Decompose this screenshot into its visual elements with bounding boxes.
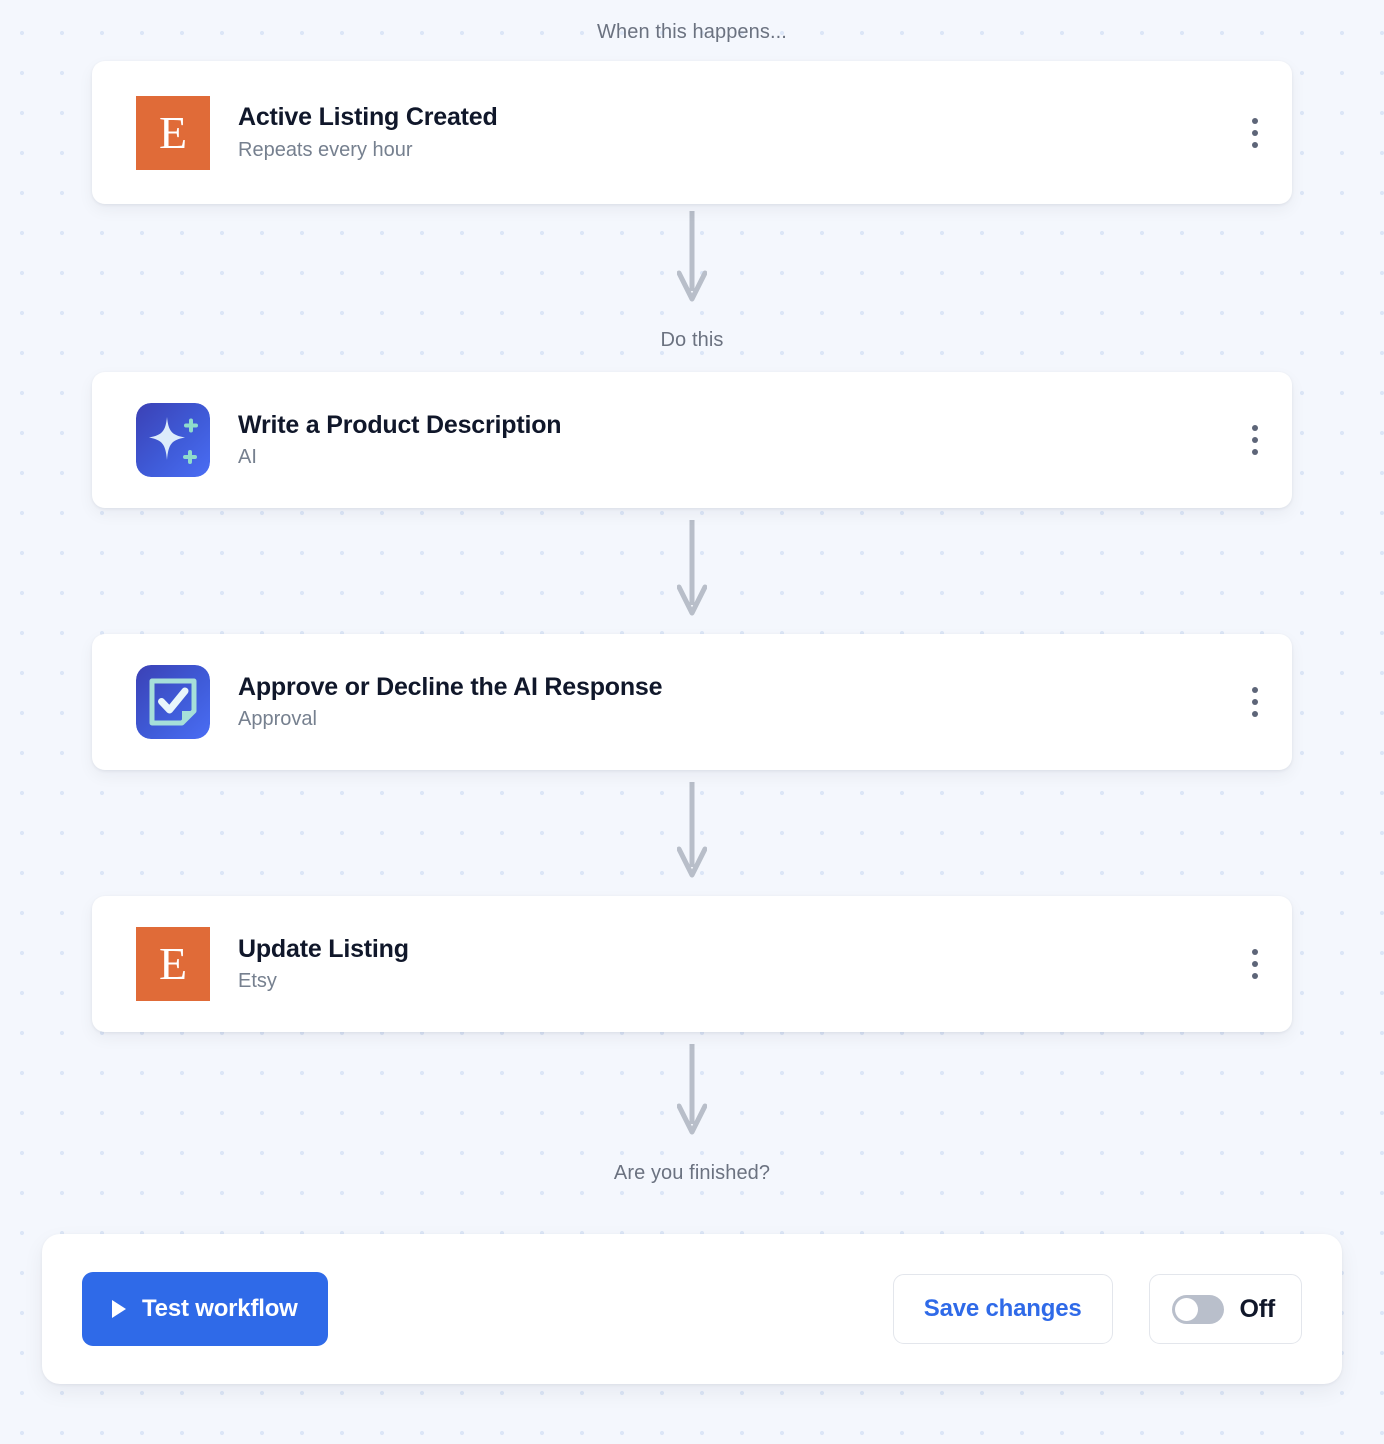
toggle-state-label: Off xyxy=(1239,1294,1276,1323)
kebab-dot xyxy=(1252,949,1258,955)
etsy-logo-icon: E xyxy=(136,927,210,1001)
step-card-write-a-product-description[interactable]: Write a Product Description AI xyxy=(92,372,1292,508)
action-caption: Do this xyxy=(660,329,724,351)
workflow-action-bar: Test workflow Save changes Off xyxy=(42,1234,1342,1384)
card-menu-button[interactable] xyxy=(1248,421,1262,459)
workflow-step-row: Approve or Decline the AI Response Appro… xyxy=(92,634,1292,770)
card-menu-button[interactable] xyxy=(1248,114,1262,152)
toggle-switch-icon[interactable] xyxy=(1171,1294,1224,1324)
etsy-logo-letter: E xyxy=(158,106,188,158)
card-subtitle: AI xyxy=(238,446,257,469)
card-text: Approve or Decline the AI Response Appro… xyxy=(238,672,663,731)
kebab-dot xyxy=(1252,973,1258,979)
kebab-dot xyxy=(1252,687,1258,693)
card-subtitle: Etsy xyxy=(238,970,277,993)
kebab-dot xyxy=(1252,961,1258,967)
card-text: Active Listing Created Repeats every hou… xyxy=(238,104,498,161)
kebab-dot xyxy=(1252,449,1258,455)
kebab-dot xyxy=(1252,711,1258,717)
kebab-dot xyxy=(1252,117,1258,124)
card-title: Update Listing xyxy=(238,934,409,963)
kebab-dot xyxy=(1252,141,1258,148)
card-title: Approve or Decline the AI Response xyxy=(238,672,663,701)
workflow-enable-toggle[interactable]: Off xyxy=(1148,1274,1302,1344)
card-text: Update Listing Etsy xyxy=(238,934,409,993)
approval-checkdoc-icon xyxy=(136,665,210,739)
kebab-dot xyxy=(1252,425,1258,431)
card-title: Write a Product Description xyxy=(238,410,562,439)
etsy-logo-icon: E xyxy=(136,95,210,170)
kebab-dot xyxy=(1252,437,1258,443)
connector-arrow-icon xyxy=(677,1044,707,1135)
card-menu-button[interactable] xyxy=(1248,945,1262,983)
kebab-dot xyxy=(1252,699,1258,705)
card-subtitle: Repeats every hour xyxy=(238,138,413,161)
finish-caption: Are you finished? xyxy=(613,1162,771,1184)
workflow-step-row: E Active Listing Created Repeats every h… xyxy=(92,61,1292,204)
step-card-update-listing[interactable]: E Update Listing Etsy xyxy=(92,896,1292,1032)
card-menu-button[interactable] xyxy=(1248,683,1262,721)
workflow-canvas: When this happens... E Active Listing Cr… xyxy=(0,0,1384,1444)
card-text: Write a Product Description AI xyxy=(238,410,562,469)
card-title: Active Listing Created xyxy=(238,103,498,132)
connector-arrow-icon xyxy=(677,211,707,302)
test-workflow-label: Test workflow xyxy=(142,1295,298,1322)
play-icon xyxy=(112,1300,126,1318)
etsy-logo-letter: E xyxy=(158,938,188,989)
save-changes-button[interactable]: Save changes xyxy=(892,1274,1113,1344)
workflow-step-row: Write a Product Description AI xyxy=(92,372,1292,508)
workflow-step-row: E Update Listing Etsy xyxy=(92,896,1292,1032)
connector-arrow-icon xyxy=(677,520,707,616)
kebab-dot xyxy=(1252,129,1258,136)
test-workflow-button[interactable]: Test workflow xyxy=(82,1272,328,1346)
card-subtitle: Approval xyxy=(238,708,317,731)
trigger-caption: When this happens... xyxy=(597,21,787,43)
ai-sparkle-icon xyxy=(136,403,210,477)
connector-arrow-icon xyxy=(677,782,707,878)
step-card-approve-or-decline-the-ai-response[interactable]: Approve or Decline the AI Response Appro… xyxy=(92,634,1292,770)
trigger-card-active-listing-created[interactable]: E Active Listing Created Repeats every h… xyxy=(92,61,1292,204)
